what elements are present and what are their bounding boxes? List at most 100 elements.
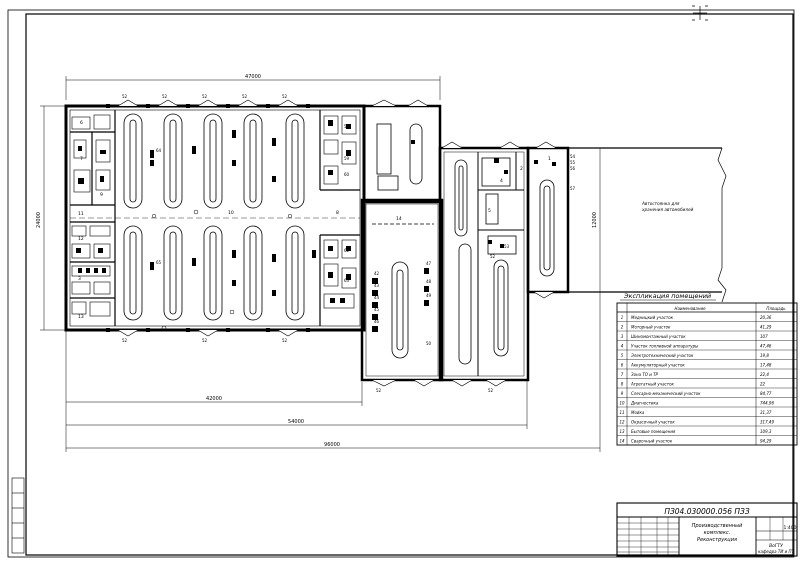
explication-col-area: Площадь (766, 306, 786, 311)
dim-bottom-mid: 42000 (206, 396, 222, 402)
explication-row-name: Медницкий участок (631, 315, 674, 320)
explication-row-area: 20,36 (760, 315, 772, 320)
equipment-label: 42 (374, 271, 380, 276)
explication-row-area: 94,29 (760, 439, 772, 444)
room-label: 5 (488, 208, 491, 214)
explication-row-area: 84,77 (760, 391, 772, 396)
equipment-label: 64 (156, 148, 162, 153)
door-label: 52 (282, 94, 288, 99)
room-label: 11 (78, 211, 84, 217)
room-label: 4 (500, 178, 503, 184)
explication-row-name: Аккумуляторный участок (630, 363, 685, 368)
explication-row-number: 7 (621, 372, 624, 377)
room-label: 10 (228, 210, 234, 216)
room-label: 7 (80, 156, 83, 162)
door-label: 52 (376, 388, 382, 393)
explication-row-number: 1 (621, 315, 624, 320)
building-right (438, 141, 570, 387)
explication-row-number: 9 (621, 391, 624, 396)
equipment-label: 47 (426, 261, 432, 266)
room-labels: 6 7 9 11 12 3 13 14 10 8 5 4 2 1 (78, 120, 551, 320)
explication-row-number: 14 (619, 439, 625, 444)
room-label: 13 (78, 314, 84, 320)
explication-row-number: 5 (621, 353, 624, 358)
room-label: 12 (78, 236, 84, 242)
equipment-label: 48 (426, 279, 432, 284)
room-label: 6 (80, 120, 83, 126)
drawing-title-line-3: Реконструкция (697, 537, 737, 543)
equipment-label: 65 (156, 260, 162, 265)
equipment-label: 52 (490, 254, 496, 259)
door-label: 52 (282, 338, 288, 343)
explication-row-name: Агрегатный участок (630, 382, 675, 387)
parking-label-2: хранения автомобилей (641, 207, 694, 212)
dim-top-width: 47000 (245, 74, 261, 80)
room-label: 2 (520, 166, 523, 172)
explication-row-area: 47,46 (760, 344, 772, 349)
explication-row-name: Шиномонтажный участок (631, 334, 686, 339)
sheet-inner-frame (25, 13, 794, 556)
explication-row-number: 13 (619, 429, 625, 434)
explication-row-name: Моторный участок (631, 325, 671, 330)
equipment-label: 45 (374, 307, 380, 312)
explication-row-area: 109,3 (760, 429, 772, 434)
explication-row-area: 17,48 (760, 363, 772, 368)
room-label: 3 (78, 276, 81, 282)
equipment-label: 50 (426, 341, 432, 346)
explication-row-name: Слесарно-механический участок (631, 391, 701, 396)
equipment-label: 56 (570, 166, 576, 171)
explication-row-name: Бытовые помещения (631, 429, 676, 434)
room-label: 1 (548, 156, 551, 162)
equipment-label: 59 (344, 156, 350, 161)
explication-row-number: 8 (621, 382, 624, 387)
equipment-label: 44 (374, 295, 380, 300)
drawing-title-line-1: Производственный (692, 523, 744, 529)
explication-row-area: 31,37 (760, 410, 772, 415)
parking-label-1: Автостоянка для (641, 201, 680, 206)
crosshair-icon (692, 5, 708, 21)
explication-row-number: 12 (619, 420, 625, 425)
room-label: 14 (396, 216, 402, 222)
binding-strip (11, 477, 25, 554)
door-label: 52 (202, 94, 208, 99)
drawing-code: ПЗ04.030000.056 ПЗЗ (664, 507, 750, 516)
equipment-label: 54 (570, 154, 576, 159)
door-label: 52 (122, 338, 128, 343)
explication-row-name: Мойка (631, 410, 645, 415)
door-label: 52 (242, 94, 248, 99)
door-label: 52 (488, 388, 494, 393)
explication-row-number: 3 (621, 334, 624, 339)
explication-row-name: Окрасочный участок (631, 420, 675, 425)
explication-row-area: 744,96 (760, 401, 774, 406)
room-label: 9 (100, 192, 103, 198)
drawing-scale: 1:400 (784, 525, 797, 531)
explication-row-number: 4 (621, 344, 624, 349)
explication-row-name: Электротехнический участок (630, 353, 694, 358)
dim-bottom-long: 54000 (288, 419, 304, 425)
explication-row-area: 22 (760, 382, 766, 387)
explication-rows: 1 Медницкий участок 20,36 2 Моторный участок… (617, 315, 797, 444)
explication-row-name: Сварочный участок (631, 439, 673, 444)
equipment-label: 43 (374, 283, 380, 288)
explication-row-area: 317,49 (760, 420, 774, 425)
explication-row-name: Зона ТО и ТР (631, 372, 659, 377)
org-line-2: кафедра ТИ и ПТ (758, 549, 794, 554)
sheet-outer-border (7, 9, 795, 558)
equipment-label: 63 (344, 278, 350, 283)
equipment-label: 57 (570, 186, 576, 191)
equipment-label: 60 (344, 172, 350, 177)
dim-bottom-total: 96000 (324, 442, 340, 448)
door-label: 52 (162, 94, 168, 99)
explication-row-area: 19,8 (760, 353, 769, 358)
explication-row-area: 41,29 (760, 325, 772, 330)
building-main (64, 99, 366, 337)
explication-row-number: 2 (621, 325, 624, 330)
explication-row-area: 107 (760, 334, 768, 339)
room-label: 8 (336, 210, 339, 216)
explication-row-name: Диагностика (630, 401, 659, 406)
explication-row-number: 6 (621, 363, 624, 368)
equipment-label: 53 (504, 244, 510, 249)
explication-row-number: 10 (619, 401, 625, 406)
explication-row-number: 11 (619, 410, 624, 415)
door-label: 52 (122, 94, 128, 99)
